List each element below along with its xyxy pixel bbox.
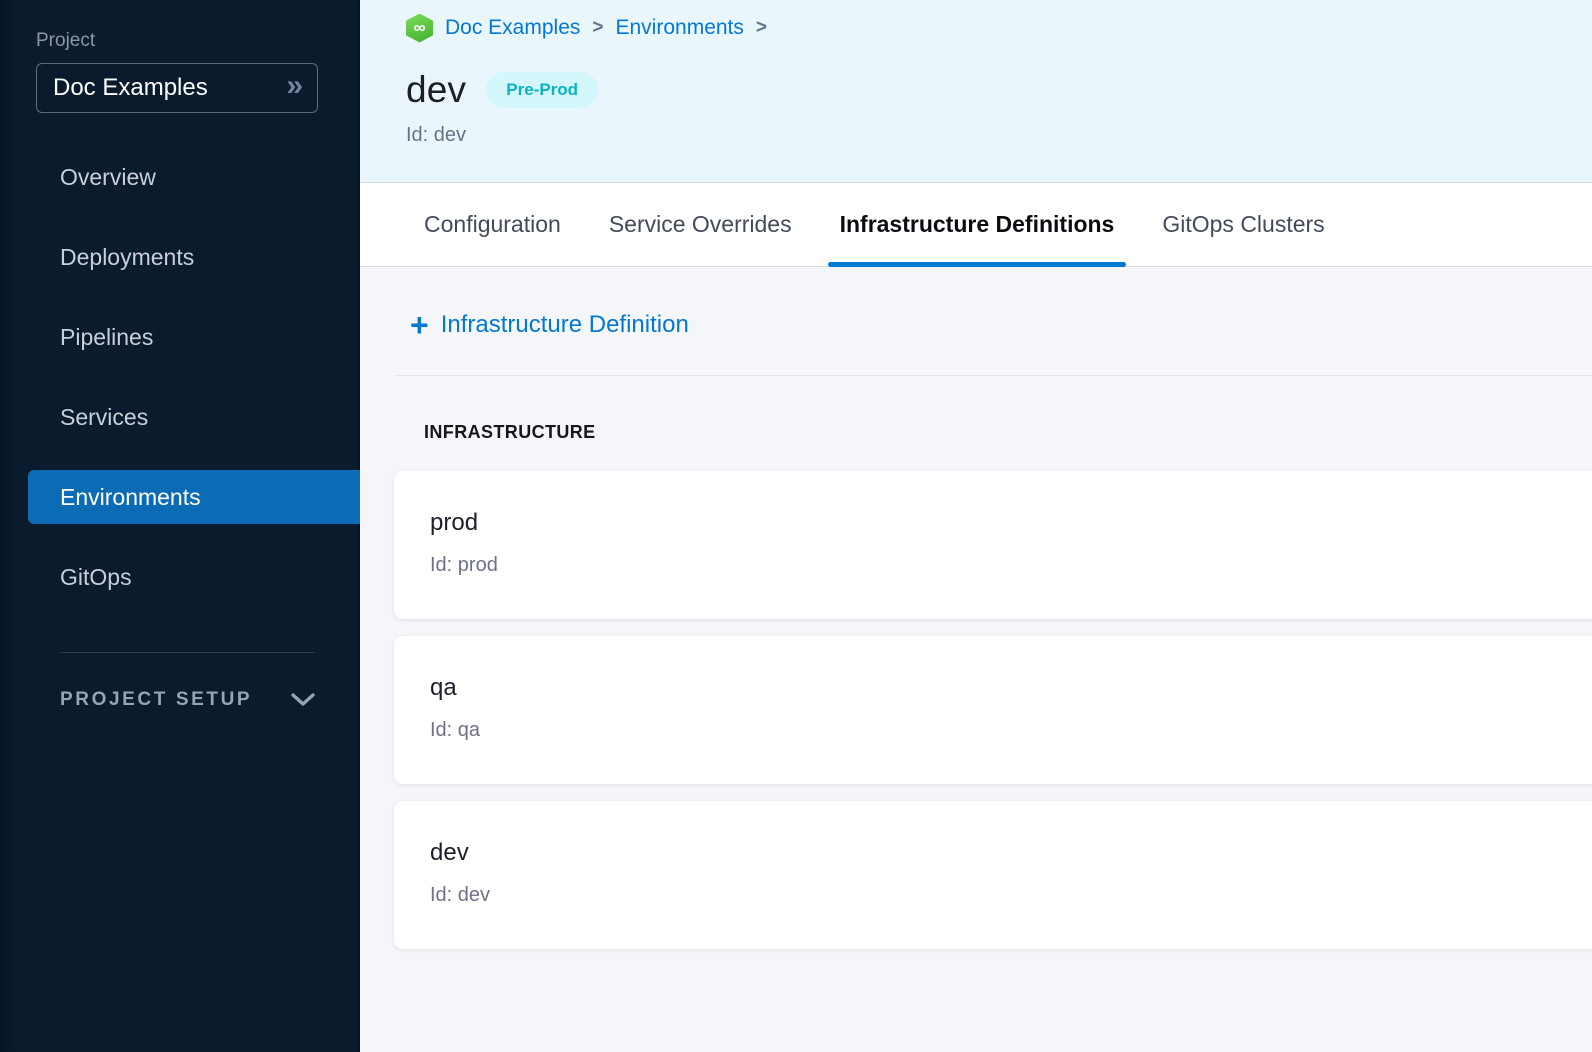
infrastructure-id: Id: dev: [430, 884, 1592, 907]
env-type-badge: Pre-Prod: [486, 72, 598, 108]
sidebar-item-environments[interactable]: Environments: [28, 470, 360, 524]
sidebar-item-overview[interactable]: Overview: [0, 137, 360, 217]
infrastructure-column-header: INFRASTRUCTURE: [424, 422, 1592, 443]
infrastructure-name: qa: [430, 674, 1592, 702]
chevron-down-icon: [290, 692, 316, 708]
tab-service-overrides[interactable]: Service Overrides: [597, 183, 804, 266]
content-area: + Infrastructure Definition INFRASTRUCTU…: [360, 267, 1592, 1052]
sidebar-item-services[interactable]: Services: [0, 377, 360, 457]
infrastructure-id: Id: qa: [430, 719, 1592, 742]
infrastructure-id: Id: prod: [430, 554, 1592, 577]
project-setup-toggle[interactable]: PROJECT SETUP: [60, 689, 360, 711]
tab-bar: Configuration Service Overrides Infrastr…: [360, 182, 1592, 267]
main-panel: ∞ Doc Examples > Environments > dev Pre-…: [360, 0, 1592, 1052]
double-chevron-right-icon: »: [286, 71, 301, 101]
project-setup-label: PROJECT SETUP: [60, 689, 252, 711]
project-selector-value: Doc Examples: [53, 74, 208, 102]
breadcrumb: ∞ Doc Examples > Environments >: [406, 12, 1592, 44]
title-row: dev Pre-Prod: [406, 69, 1592, 111]
breadcrumb-separator-icon: >: [592, 17, 603, 39]
infinity-glyph: ∞: [413, 19, 425, 36]
sidebar-item-pipelines[interactable]: Pipelines: [0, 297, 360, 377]
sidebar-item-gitops[interactable]: GitOps: [0, 537, 360, 617]
sidebar: Project Doc Examples » Overview Deployme…: [0, 0, 360, 1052]
breadcrumb-link-environments[interactable]: Environments: [616, 16, 744, 40]
page-header: ∞ Doc Examples > Environments > dev Pre-…: [360, 0, 1592, 182]
add-infrastructure-definition-button[interactable]: + Infrastructure Definition: [410, 311, 689, 339]
tab-infrastructure-definitions[interactable]: Infrastructure Definitions: [828, 183, 1127, 266]
sidebar-divider: [60, 652, 315, 653]
entity-id-text: Id: dev: [406, 124, 1592, 147]
tab-configuration[interactable]: Configuration: [412, 183, 573, 266]
add-button-label: Infrastructure Definition: [441, 311, 689, 339]
environments-icon: ∞: [406, 14, 433, 43]
infrastructure-name: dev: [430, 839, 1592, 867]
project-selector[interactable]: Doc Examples »: [36, 63, 318, 113]
infrastructure-list: prod Id: prod qa Id: qa dev Id: dev: [394, 471, 1592, 949]
infrastructure-card-dev[interactable]: dev Id: dev: [394, 801, 1592, 949]
breadcrumb-separator-icon: >: [756, 17, 767, 39]
tab-gitops-clusters[interactable]: GitOps Clusters: [1150, 183, 1336, 266]
content-divider: [394, 375, 1592, 376]
plus-icon: +: [410, 312, 429, 338]
sidebar-nav: Overview Deployments Pipelines Services …: [0, 137, 360, 617]
app-window: Project Doc Examples » Overview Deployme…: [0, 0, 1592, 1052]
page-title: dev: [406, 69, 466, 111]
project-label: Project: [36, 30, 360, 52]
breadcrumb-link-project[interactable]: Doc Examples: [445, 16, 580, 40]
sidebar-item-deployments[interactable]: Deployments: [0, 217, 360, 297]
infrastructure-name: prod: [430, 509, 1592, 537]
infrastructure-card-qa[interactable]: qa Id: qa: [394, 636, 1592, 784]
infrastructure-card-prod[interactable]: prod Id: prod: [394, 471, 1592, 619]
